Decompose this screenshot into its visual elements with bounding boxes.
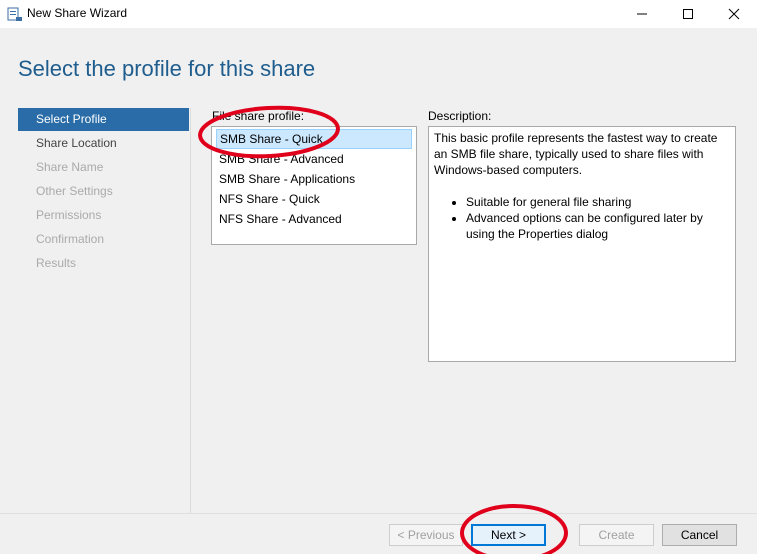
previous-button[interactable]: < Previous [389,524,463,546]
minimize-icon [637,13,647,15]
next-button[interactable]: Next > [471,524,546,546]
profile-item-nfs-advanced[interactable]: NFS Share - Advanced [216,209,412,229]
share-wizard-icon [7,6,23,22]
wizard-steps: Select Profile Share Location Share Name… [18,108,189,275]
step-results: Results [36,256,77,270]
maximize-button[interactable] [665,0,711,28]
window-title: New Share Wizard [27,6,128,20]
profile-item-nfs-quick[interactable]: NFS Share - Quick [216,189,412,209]
step-share-location[interactable]: Share Location [18,131,189,155]
profile-item-smb-applications[interactable]: SMB Share - Applications [216,169,412,189]
page-title: Select the profile for this share [18,56,316,81]
profile-list-label: File share profile: [212,109,305,123]
description-box: This basic profile represents the fastes… [428,126,736,362]
description-text: This basic profile represents the fastes… [434,131,718,177]
profile-item-smb-quick[interactable]: SMB Share - Quick [216,129,412,149]
close-button[interactable] [711,0,757,28]
steps-divider [190,108,191,520]
maximize-icon [683,9,693,19]
profile-list[interactable]: SMB Share - Quick SMB Share - Advanced S… [211,126,417,245]
profile-item-smb-advanced[interactable]: SMB Share - Advanced [216,149,412,169]
wizard-footer: < Previous Next > Create Cancel [0,513,757,554]
step-permissions: Permissions [36,208,102,222]
step-other-settings: Other Settings [36,184,113,198]
close-icon [728,8,740,20]
description-bullet: Advanced options can be configured later… [466,210,730,242]
create-button[interactable]: Create [579,524,654,546]
minimize-button[interactable] [619,0,665,28]
step-confirmation: Confirmation [36,232,105,246]
step-select-profile[interactable]: Select Profile [18,108,189,131]
step-share-name: Share Name [36,160,104,174]
cancel-button[interactable]: Cancel [662,524,737,546]
description-bullet: Suitable for general file sharing [466,194,730,210]
title-bar: New Share Wizard [0,0,757,28]
description-bullets: Suitable for general file sharing Advanc… [434,194,730,242]
wizard-body: Select the profile for this share Select… [0,28,757,520]
description-label: Description: [428,109,492,123]
